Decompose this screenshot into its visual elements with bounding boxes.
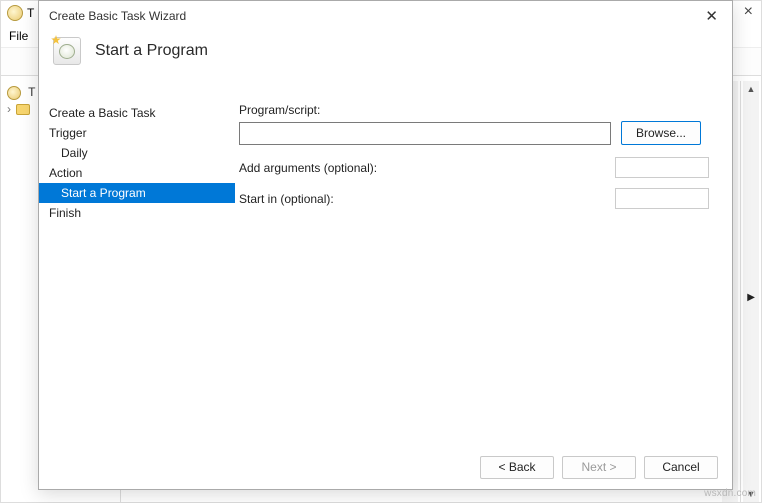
- step-daily[interactable]: Daily: [39, 143, 235, 163]
- wizard-steps: Create a Basic Task Trigger Daily Action…: [39, 97, 235, 445]
- close-icon[interactable]: ✕: [701, 7, 722, 25]
- tree-root-text: T: [28, 85, 35, 99]
- wizard-icon: [53, 37, 81, 65]
- browse-button[interactable]: Browse...: [621, 121, 701, 145]
- watermark: wsxdn.com: [704, 488, 756, 499]
- step-create-task[interactable]: Create a Basic Task: [39, 103, 235, 123]
- dialog-heading: Start a Program: [95, 42, 208, 60]
- parent-close-icon[interactable]: ×: [744, 3, 753, 21]
- arguments-label: Add arguments (optional):: [239, 161, 377, 175]
- folder-icon: [16, 104, 30, 115]
- wizard-dialog: Create Basic Task Wizard ✕ Start a Progr…: [38, 0, 733, 490]
- step-action[interactable]: Action: [39, 163, 235, 183]
- menu-file[interactable]: File: [9, 29, 28, 43]
- parent-title-text: T: [27, 6, 34, 20]
- step-trigger[interactable]: Trigger: [39, 123, 235, 143]
- startin-label: Start in (optional):: [239, 192, 334, 206]
- step-finish[interactable]: Finish: [39, 203, 235, 223]
- program-label: Program/script:: [239, 103, 712, 117]
- clock-icon: [7, 5, 23, 21]
- arguments-input[interactable]: [615, 157, 709, 178]
- dialog-content: Create a Basic Task Trigger Daily Action…: [39, 97, 732, 445]
- back-button[interactable]: < Back: [480, 456, 554, 479]
- dialog-footer: < Back Next > Cancel: [39, 445, 732, 489]
- cancel-button[interactable]: Cancel: [644, 456, 718, 479]
- wizard-form: Program/script: Browse... Add arguments …: [235, 97, 732, 445]
- dialog-header: Start a Program: [39, 31, 732, 79]
- next-button: Next >: [562, 456, 636, 479]
- startin-row: Start in (optional):: [239, 188, 709, 209]
- dialog-titlebar: Create Basic Task Wizard ✕: [39, 1, 732, 31]
- program-input[interactable]: [239, 122, 611, 145]
- expand-icon[interactable]: ▶: [747, 292, 755, 303]
- dialog-title: Create Basic Task Wizard: [49, 9, 186, 23]
- right-pane: ▲ ▶ ▼: [741, 81, 761, 502]
- step-start-program[interactable]: Start a Program: [39, 183, 235, 203]
- chevron-right-icon: ›: [7, 102, 11, 116]
- startin-input[interactable]: [615, 188, 709, 209]
- scrollbar[interactable]: ▲ ▶ ▼: [743, 81, 759, 502]
- clock-icon: [7, 86, 21, 100]
- scroll-up-icon[interactable]: ▲: [743, 81, 759, 97]
- program-row: Program/script: Browse...: [239, 103, 712, 145]
- arguments-row: Add arguments (optional):: [239, 157, 709, 178]
